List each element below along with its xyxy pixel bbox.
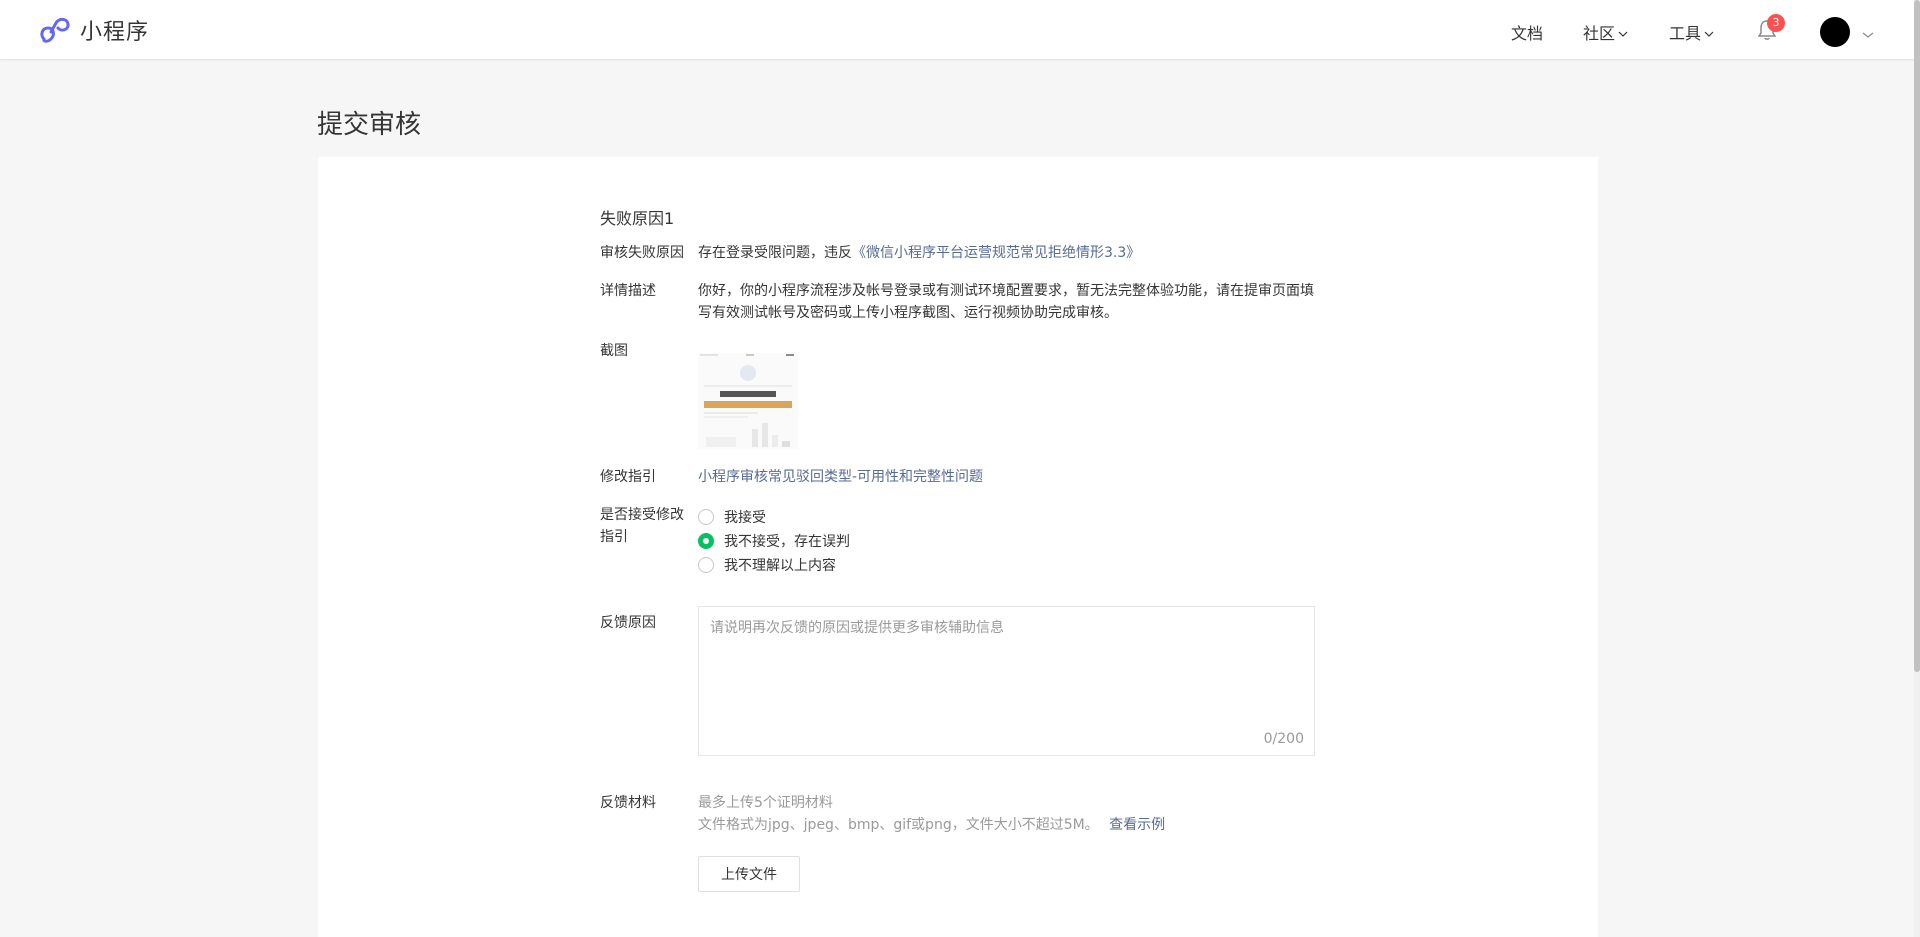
avatar[interactable]	[1820, 17, 1850, 47]
nav-docs-label: 文档	[1511, 24, 1544, 43]
radio-button[interactable]	[698, 557, 714, 573]
failure-reason-label: 审核失败原因	[600, 245, 684, 261]
guide-label: 修改指引	[600, 469, 656, 485]
material-format-text: 文件格式为jpg、jpeg、bmp、gif或png，文件大小不超过5M。	[698, 817, 1099, 833]
mini-program-logo-icon	[40, 17, 70, 43]
app-title: 小程序	[80, 20, 150, 45]
scrollbar-thumb[interactable]	[1914, 0, 1920, 672]
nav-community-label: 社区	[1583, 24, 1616, 43]
radio-option-label: 我接受	[724, 510, 766, 526]
detail-label: 详情描述	[600, 283, 656, 299]
screenshot-thumbnail[interactable]	[698, 353, 798, 449]
logo[interactable]: 小程序	[38, 14, 149, 46]
guide-link[interactable]: 小程序审核常见驳回类型-可用性和完整性问题	[698, 466, 983, 488]
accept-guide-label: 是否接受修改指引	[600, 507, 684, 545]
notification-badge: 3	[1767, 14, 1785, 32]
radio-option-reject-misjudged[interactable]: 我不接受，存在误判	[698, 531, 850, 551]
chevron-down-icon[interactable]	[1862, 24, 1874, 43]
page-title: 提交审核	[317, 110, 422, 140]
failure-reason-value: 存在登录受限问题，违反《微信小程序平台运营规范常见拒绝情形3.3》	[698, 242, 1140, 264]
radio-button[interactable]	[698, 509, 714, 525]
chevron-down-icon	[1704, 23, 1714, 42]
detail-text: 你好，你的小程序流程涉及帐号登录或有测试环境配置要求，暂无法完整体验功能，请在提…	[698, 283, 1314, 321]
screenshot-preview-image	[698, 353, 798, 449]
nav-docs[interactable]: 文档	[1511, 20, 1543, 44]
radio-option-label: 我不理解以上内容	[724, 558, 836, 574]
radio-option-accept[interactable]: 我接受	[698, 507, 766, 527]
feedback-reason-box: 0/200	[698, 606, 1315, 756]
top-navigation-bar: 小程序 文档 社区 工具 3	[0, 0, 1920, 60]
radio-option-not-understand[interactable]: 我不理解以上内容	[698, 555, 836, 575]
failure-reason-rule-link[interactable]: 《微信小程序平台运营规范常见拒绝情形3.3》	[852, 245, 1140, 261]
material-hint-format: 文件格式为jpg、jpeg、bmp、gif或png，文件大小不超过5M。 查看示…	[698, 814, 1165, 836]
chevron-down-icon	[1618, 23, 1628, 42]
feedback-material-label: 反馈材料	[600, 795, 656, 811]
radio-button-checked[interactable]	[698, 533, 714, 549]
feedback-char-counter: 0/200	[1263, 731, 1304, 747]
radio-option-label: 我不接受，存在误判	[724, 534, 850, 550]
feedback-reason-label: 反馈原因	[600, 615, 656, 631]
nav-community[interactable]: 社区	[1583, 20, 1628, 44]
view-example-link[interactable]: 查看示例	[1109, 817, 1165, 833]
screenshot-label: 截图	[600, 343, 628, 359]
upload-file-button[interactable]: 上传文件	[698, 856, 800, 892]
nav-tools[interactable]: 工具	[1669, 20, 1714, 44]
nav-tools-label: 工具	[1669, 24, 1702, 43]
failure-reason-text: 存在登录受限问题，违反	[698, 245, 852, 261]
failure-section-title: 失败原因1	[600, 209, 675, 228]
material-hint-max: 最多上传5个证明材料	[698, 795, 833, 811]
feedback-reason-textarea[interactable]	[699, 607, 1314, 755]
